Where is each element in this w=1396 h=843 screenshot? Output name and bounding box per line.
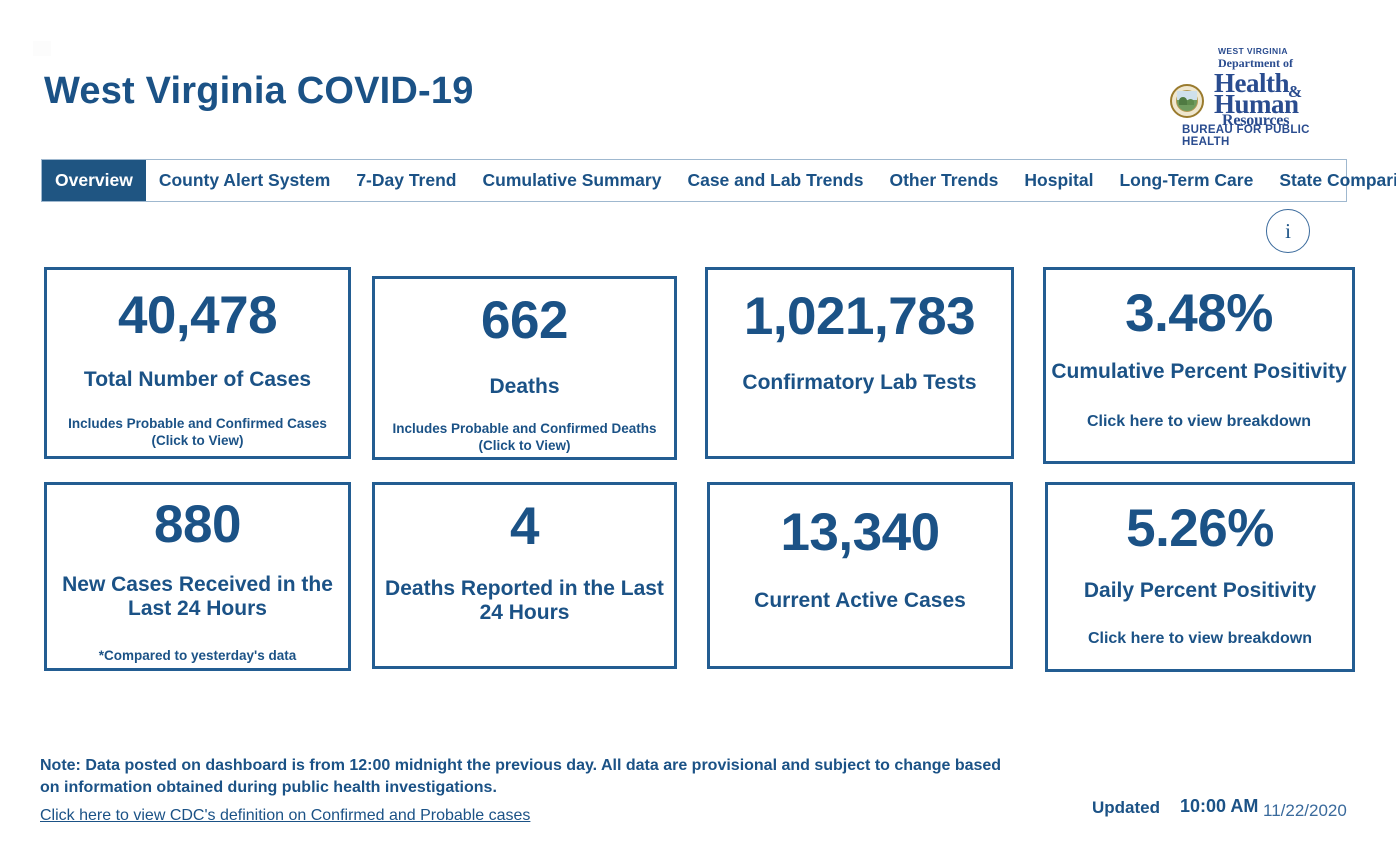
- card-sublabel-line2: (Click to View): [478, 437, 571, 453]
- card-cumulative-percent-positivity[interactable]: 3.48% Cumulative Percent Positivity Clic…: [1043, 267, 1355, 464]
- card-value: 40,478: [117, 286, 278, 345]
- card-label: Current Active Cases: [754, 588, 966, 612]
- card-current-active-cases[interactable]: 13,340 Current Active Cases: [707, 482, 1013, 669]
- page-title: West Virginia COVID-19: [44, 70, 474, 112]
- updated-date: 11/22/2020: [1263, 801, 1347, 820]
- card-value: 1,021,783: [743, 287, 976, 346]
- card-label: New Cases Received in the Last 24 Hours: [62, 572, 333, 621]
- card-value: 4: [510, 497, 539, 556]
- card-label: Total Number of Cases: [83, 367, 312, 391]
- logo-line-west-virginia: WEST VIRGINIA: [1218, 46, 1288, 56]
- card-value: 3.48%: [1125, 284, 1273, 343]
- tab-overview[interactable]: Overview: [42, 160, 146, 201]
- state-seal-icon: [1170, 84, 1204, 118]
- tab-long-term-care[interactable]: Long-Term Care: [1106, 160, 1266, 201]
- card-label: Deaths Reported in the Last 24 Hours: [385, 576, 664, 625]
- navigation-bar: Overview County Alert System 7-Day Trend…: [41, 159, 1396, 202]
- card-value: 13,340: [780, 503, 940, 562]
- corner-artifact: [33, 41, 51, 56]
- card-daily-percent-positivity[interactable]: 5.26% Daily Percent Positivity Click her…: [1045, 482, 1355, 672]
- card-label: Daily Percent Positivity: [1083, 578, 1317, 602]
- card-value: 5.26%: [1126, 499, 1274, 558]
- card-sublabel: *Compared to yesterday's data: [98, 648, 297, 664]
- logo-bureau-line: BUREAU FOR PUBLIC HEALTH: [1182, 124, 1310, 148]
- updated-label: Updated: [1092, 798, 1160, 817]
- card-label: Cumulative Percent Positivity: [1051, 359, 1347, 383]
- cdc-definition-link[interactable]: Click here to view CDC's definition on C…: [40, 807, 530, 825]
- card-breakdown-link[interactable]: Click here to view breakdown: [1088, 629, 1312, 648]
- tab-county-alert-system[interactable]: County Alert System: [146, 160, 343, 201]
- card-confirmatory-lab-tests[interactable]: 1,021,783 Confirmatory Lab Tests: [705, 267, 1014, 459]
- tab-other-trends[interactable]: Other Trends: [876, 160, 1011, 201]
- card-total-number-of-cases[interactable]: 40,478 Total Number of Cases Includes Pr…: [44, 267, 351, 459]
- card-sublabel: Includes Probable and Confirmed Deaths (…: [392, 421, 656, 453]
- card-label: Confirmatory Lab Tests: [742, 370, 977, 394]
- tab-7-day-trend[interactable]: 7-Day Trend: [343, 160, 469, 201]
- wvdhhr-logo: WEST VIRGINIA Department of Health & Hum…: [1168, 44, 1340, 148]
- card-sublabel-line1: Includes Probable and Confirmed Cases: [68, 416, 327, 432]
- card-sublabel-line1: Includes Probable and Confirmed Deaths: [392, 421, 657, 437]
- tab-case-and-lab-trends[interactable]: Case and Lab Trends: [674, 160, 876, 201]
- tab-cumulative-summary[interactable]: Cumulative Summary: [470, 160, 675, 201]
- card-value: 662: [481, 291, 568, 350]
- updated-time: 10:00 AM: [1180, 796, 1259, 816]
- footer-note: Note: Data posted on dashboard is from 1…: [40, 757, 1002, 796]
- card-breakdown-link[interactable]: Click here to view breakdown: [1087, 412, 1311, 431]
- card-deaths-last-24-hours[interactable]: 4 Deaths Reported in the Last 24 Hours: [372, 482, 677, 669]
- dashboard-page: West Virginia COVID-19 WEST VIRGINIA Dep…: [0, 0, 1396, 843]
- card-new-cases-last-24-hours[interactable]: 880 New Cases Received in the Last 24 Ho…: [44, 482, 351, 671]
- tab-state-comparison[interactable]: State Comparison: [1266, 160, 1396, 201]
- card-sublabel: Includes Probable and Confirmed Cases (C…: [68, 416, 327, 448]
- tab-hospital[interactable]: Hospital: [1011, 160, 1106, 201]
- card-sublabel-line2: (Click to View): [151, 432, 244, 448]
- info-icon[interactable]: i: [1266, 209, 1310, 253]
- card-value: 880: [154, 495, 241, 554]
- card-deaths[interactable]: 662 Deaths Includes Probable and Confirm…: [372, 276, 677, 460]
- card-label: Deaths: [489, 374, 560, 398]
